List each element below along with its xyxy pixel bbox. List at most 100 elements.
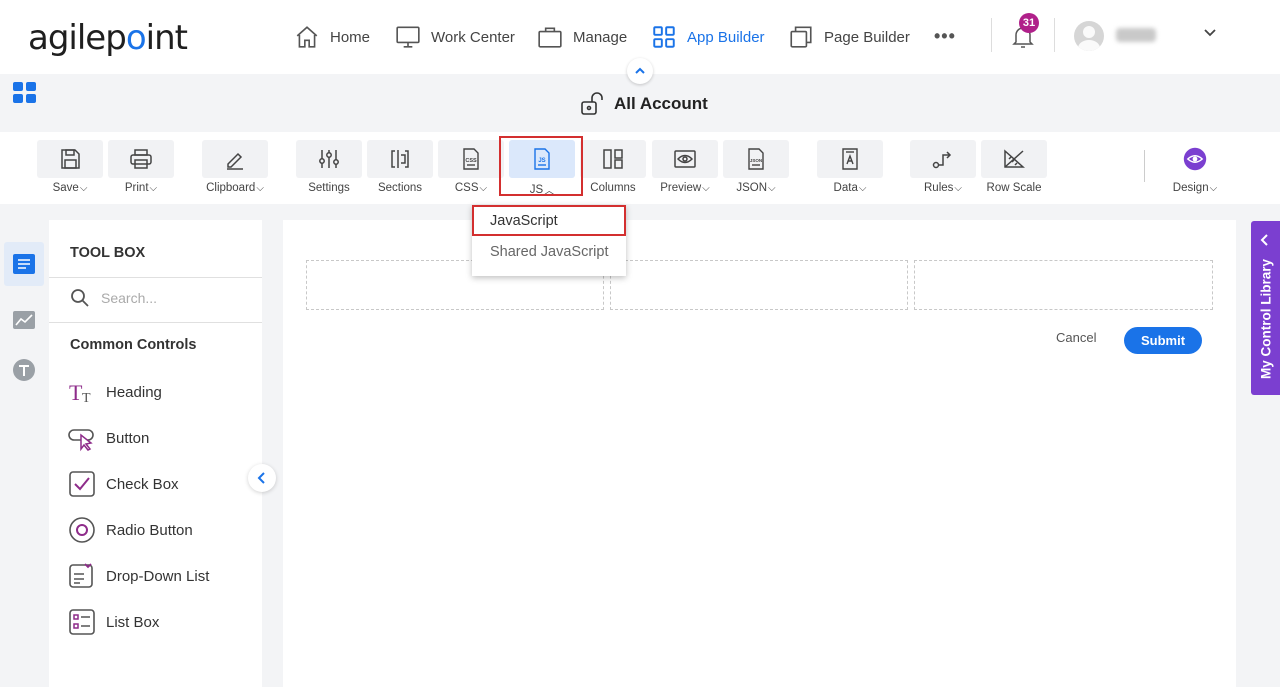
control-heading[interactable]: TT Heading [68, 377, 162, 407]
form-cell-drop-zone[interactable] [610, 260, 908, 310]
toolbar-design[interactable]: Design ⌵ [1162, 140, 1228, 194]
list-box-icon [69, 609, 95, 635]
chevron-down-icon: ⌵ [954, 182, 962, 194]
ruler-triangle-icon [1004, 149, 1025, 168]
form-toolbar: Save ⌵ Print ⌵ Clipboard ⌵ Settings Section… [0, 132, 1280, 204]
heading-icon: TT [69, 380, 91, 406]
logo-accent: o [125, 18, 147, 58]
chart-icon [13, 311, 35, 329]
nav-work-center-label: Work Center [431, 28, 515, 46]
pencil-icon [227, 152, 243, 170]
my-control-library-tab[interactable]: My Control Library [1251, 221, 1280, 395]
settings-label: Settings [308, 182, 350, 194]
home-icon [296, 26, 318, 48]
nav-work-center[interactable]: Work Center [395, 22, 515, 52]
nav-manage[interactable]: Manage [537, 22, 627, 52]
control-label: Heading [106, 383, 162, 401]
nav-app-builder-label: App Builder [687, 28, 765, 46]
rail-charts-button[interactable] [4, 298, 44, 342]
rail-theme-button[interactable] [4, 348, 44, 392]
nav-page-builder[interactable]: Page Builder [788, 22, 910, 52]
cancel-button[interactable]: Cancel [1056, 330, 1096, 345]
control-button[interactable]: Button [68, 423, 149, 453]
toolbar-json[interactable]: JSON JSON ⌵ [723, 140, 789, 194]
app-grid-icon [653, 26, 675, 48]
data-label: Data [833, 182, 858, 194]
svg-text:CSS: CSS [465, 158, 477, 164]
my-control-library-label: My Control Library [1258, 258, 1274, 380]
data-file-icon [842, 148, 858, 170]
row-scale-label: Row Scale [986, 182, 1042, 194]
chevron-down-icon: ⌵ [858, 182, 867, 194]
chevron-left-icon [257, 472, 265, 484]
toolbar-settings[interactable]: Settings [296, 140, 362, 194]
control-list-box[interactable]: List Box [68, 607, 159, 637]
common-controls-heading: Common Controls [70, 337, 197, 353]
collapse-toolbox-button[interactable] [248, 464, 276, 492]
chevron-left-icon [1260, 234, 1268, 246]
apps-menu-button[interactable] [13, 82, 37, 109]
columns-label: Columns [590, 182, 636, 194]
control-label: Drop-Down List [106, 567, 210, 585]
nav-app-builder[interactable]: App Builder [651, 22, 765, 52]
control-check-box[interactable]: Check Box [68, 469, 179, 499]
toolbox-divider [49, 277, 262, 278]
chevron-down-icon [1204, 29, 1216, 37]
svg-text:T: T [69, 380, 83, 405]
toolbar-print[interactable]: Print ⌵ [108, 140, 174, 194]
toolbar-preview[interactable]: Preview ⌵ [652, 140, 718, 194]
design-eye-icon [1183, 147, 1207, 171]
menu-item-javascript[interactable]: JavaScript [472, 205, 626, 236]
apps-grid-icon [13, 82, 36, 103]
chevron-down-icon: ⌵ [149, 182, 158, 194]
notification-badge: 31 [1019, 13, 1039, 33]
control-drop-down-list[interactable]: Drop-Down List [68, 561, 209, 591]
sections-label: Sections [377, 182, 423, 194]
nav-home[interactable]: Home [294, 22, 370, 52]
chevron-down-icon: ⌵ [479, 182, 488, 194]
toolbar-rules[interactable]: Rules ⌵ [910, 140, 976, 194]
button-cursor-icon [68, 429, 94, 452]
submit-button[interactable]: Submit [1124, 327, 1202, 354]
unlock-icon [581, 92, 603, 115]
checkbox-icon [69, 471, 95, 497]
js-highlight-box [499, 136, 583, 196]
agilepoint-logo[interactable]: agilepoint [28, 18, 188, 58]
menu-item-shared-javascript[interactable]: Shared JavaScript [472, 236, 626, 267]
toolbar-clipboard[interactable]: Clipboard ⌵ [202, 140, 268, 194]
control-label: Radio Button [106, 521, 193, 539]
rail-toolbox-button[interactable] [4, 242, 44, 286]
toolbar-data[interactable]: Data ⌵ [817, 140, 883, 194]
user-avatar[interactable] [1074, 21, 1104, 51]
rules-label: Rules [924, 182, 954, 194]
radio-icon [69, 517, 95, 543]
more-menu-button[interactable]: ••• [934, 26, 956, 47]
toolbar-css[interactable]: CSS CSS ⌵ [438, 140, 504, 194]
toolbox-search-input[interactable] [101, 290, 251, 306]
chevron-down-icon: ⌵ [702, 182, 710, 194]
dropdown-list-icon [69, 563, 93, 588]
page-title: All Account [580, 92, 708, 116]
control-radio-button[interactable]: Radio Button [68, 515, 193, 545]
control-label: Check Box [106, 475, 179, 493]
form-cell-drop-zone[interactable] [914, 260, 1213, 310]
css-file-icon: CSS [463, 148, 479, 170]
save-icon [61, 149, 80, 169]
nav-page-builder-label: Page Builder [824, 28, 910, 46]
chevron-down-icon: ⌵ [768, 182, 776, 194]
printer-icon [130, 149, 152, 169]
nav-divider [1054, 18, 1055, 52]
toolbox-panel: TOOL BOX Common Controls TT Heading Butt… [49, 220, 262, 687]
toolbar-sections[interactable]: Sections [367, 140, 433, 194]
toolbar-columns[interactable]: Columns [580, 140, 646, 194]
sections-icon [391, 150, 409, 168]
chevron-up-icon [635, 67, 645, 74]
toolbar-row-scale[interactable]: Row Scale [981, 140, 1047, 194]
toolbox-divider [49, 322, 262, 323]
save-label: Save [52, 182, 79, 194]
toolbar-save[interactable]: Save ⌵ [37, 140, 103, 194]
collapse-header-button[interactable] [627, 58, 653, 84]
control-label: List Box [106, 613, 160, 631]
design-label: Design [1172, 182, 1209, 194]
user-menu-button[interactable] [1202, 24, 1218, 45]
